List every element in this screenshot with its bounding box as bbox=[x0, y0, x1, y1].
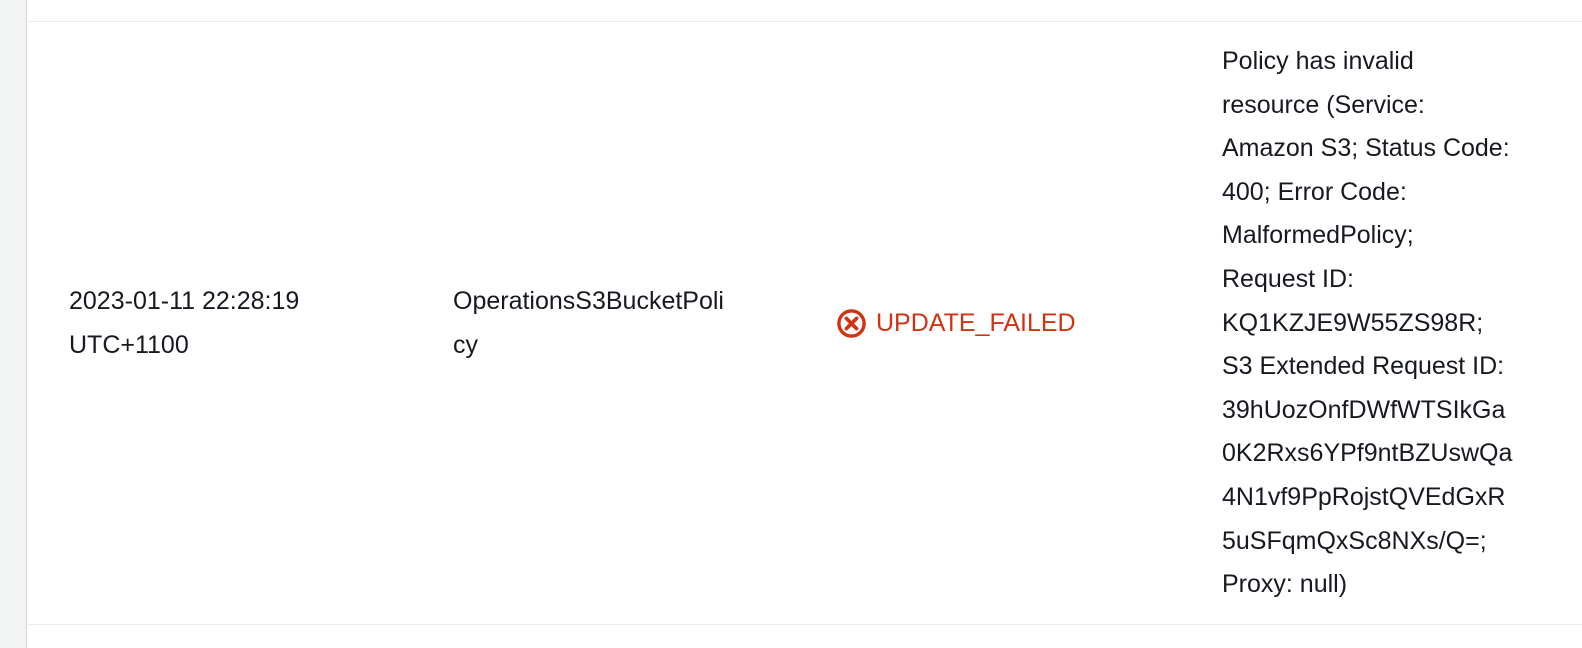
status-reason-line: Request ID: bbox=[1222, 264, 1355, 293]
status-cell: UPDATE_FAILED bbox=[836, 302, 1076, 346]
timestamp-cell: 2023-01-11 22:28:19 UTC+1100 bbox=[69, 280, 409, 367]
error-circle-x-icon bbox=[837, 309, 866, 339]
status-reason-line: Amazon S3; Status Code: bbox=[1222, 134, 1510, 163]
logical-id-line-1: OperationsS3BucketPoli bbox=[453, 287, 724, 315]
status-reason-line: 400; Error Code: bbox=[1222, 177, 1407, 206]
status-reason-line: MalformedPolicy; bbox=[1222, 221, 1414, 250]
row-divider-top bbox=[27, 21, 1582, 22]
status-label: UPDATE_FAILED bbox=[876, 309, 1076, 337]
status-reason-line: 0K2Rxs6YPf9ntBZUswQa bbox=[1222, 439, 1513, 468]
timestamp-date: 2023-01-11 22:28:19 bbox=[69, 287, 300, 315]
logical-id-cell: OperationsS3BucketPoli cy bbox=[453, 280, 773, 367]
logical-id-line-2: cy bbox=[453, 330, 478, 359]
status-reason-line: Proxy: null) bbox=[1222, 570, 1348, 599]
timestamp-timezone: UTC+1100 bbox=[69, 330, 189, 359]
status-reason-line: Policy has invalid bbox=[1222, 47, 1414, 75]
status-reason-line: 5uSFqmQxSc8NXs/Q=; bbox=[1222, 526, 1487, 555]
status-reason-line: resource (Service: bbox=[1222, 90, 1425, 119]
status-reason-line: KQ1KZJE9W55ZS98R; bbox=[1222, 308, 1484, 337]
status-reason-line: 4N1vf9PpRojstQVEdGxR bbox=[1222, 482, 1506, 511]
status-reason-line: S3 Extended Request ID: bbox=[1222, 352, 1505, 381]
status-reason-line: 39hUozOnfDWfWTSIkGa bbox=[1222, 395, 1506, 424]
status-reason-cell: Policy has invalid resource (Service: Am… bbox=[1222, 40, 1544, 607]
events-table: 2023-01-11 22:28:19 UTC+1100 OperationsS… bbox=[26, 0, 1582, 648]
row-divider-bottom bbox=[27, 624, 1582, 625]
